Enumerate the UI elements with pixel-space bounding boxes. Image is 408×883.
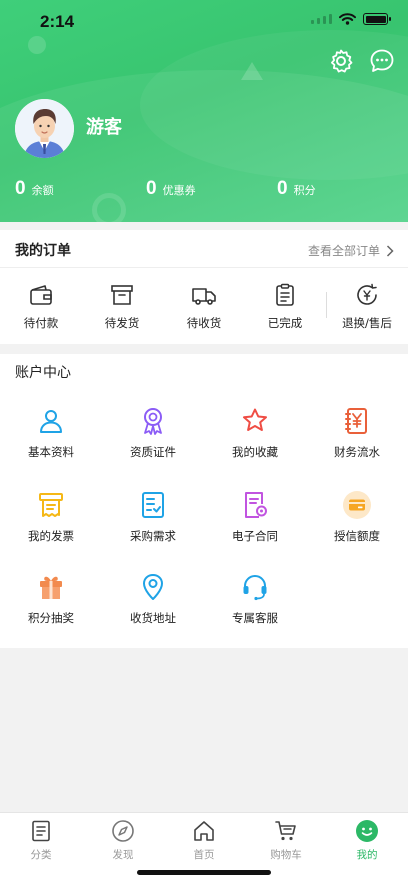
home-icon	[194, 821, 214, 841]
account-customer-service[interactable]: 专属客服	[204, 572, 306, 626]
coupon-value: 0	[146, 178, 157, 199]
order-refund-aftersale-label: 退换/售后	[342, 316, 392, 330]
box-icon	[111, 285, 133, 305]
view-all-orders-link[interactable]: 查看全部订单	[308, 242, 394, 259]
chevron-right-icon	[386, 244, 394, 257]
order-completed-label: 已完成	[267, 316, 303, 330]
user-icon	[40, 410, 62, 433]
account-e-contracts-label: 电子合同	[232, 529, 278, 543]
smiley-icon	[356, 820, 378, 842]
view-all-orders-label: 查看全部订单	[307, 244, 380, 258]
account-points-lottery-label: 积分抽奖	[28, 611, 74, 625]
account-financial-records-label: 财务流水	[334, 445, 380, 459]
coupon-stat[interactable]: 0 优惠券	[146, 178, 196, 200]
tab-cart[interactable]: 购物车	[245, 819, 327, 862]
account-credit-limit-label: 授信额度	[334, 529, 380, 543]
gift-icon	[40, 576, 62, 599]
account-shipping-address-label: 收货地址	[130, 611, 176, 625]
tab-mine-label: 我的	[356, 849, 378, 861]
location-icon	[143, 574, 163, 600]
account-financial-records[interactable]: 财务流水	[306, 406, 408, 460]
orders-title: 我的订单	[15, 243, 71, 259]
tab-category[interactable]: 分类	[0, 819, 82, 862]
account-points-lottery[interactable]: 积分抽奖	[0, 572, 102, 626]
account-qualifications-label: 资质证件	[130, 445, 176, 459]
tab-home[interactable]: 首页	[163, 819, 245, 862]
account-qualifications[interactable]: 资质证件	[102, 406, 204, 460]
account-center-title: 账户中心	[15, 365, 71, 381]
order-pending-payment[interactable]: 待付款	[0, 282, 82, 331]
account-center-card: 账户中心 基本资料 资质证件 我的收藏 财务流水 我的发票 采购需求 电子合同 …	[0, 354, 408, 648]
order-pending-receipt-label: 待收货	[186, 316, 222, 330]
badge-icon	[144, 408, 162, 435]
contract-icon	[245, 492, 267, 518]
username[interactable]: 游客	[86, 113, 122, 139]
balance-stat[interactable]: 0 余额	[15, 178, 54, 200]
divider	[0, 267, 408, 268]
tab-discover[interactable]: 发现	[82, 819, 164, 862]
order-pending-shipment[interactable]: 待发货	[81, 282, 163, 331]
account-favorites[interactable]: 我的收藏	[204, 406, 306, 460]
star-icon	[243, 408, 267, 431]
account-credit-limit[interactable]: 授信额度	[306, 490, 408, 544]
account-favorites-label: 我的收藏	[232, 445, 278, 459]
status-time: 2:14	[40, 12, 75, 31]
tab-cart-label: 购物车	[270, 849, 302, 861]
wallet-icon	[30, 285, 52, 305]
order-pending-receipt[interactable]: 待收货	[163, 282, 245, 331]
tab-mine[interactable]: 我的	[326, 819, 408, 862]
header-decoration	[241, 62, 263, 80]
account-purchase-requests[interactable]: 采购需求	[102, 490, 204, 544]
avatar-illustration	[15, 99, 74, 158]
account-basic-info[interactable]: 基本资料	[0, 406, 102, 460]
account-basic-info-label: 基本资料	[28, 445, 74, 459]
order-refund-aftersale[interactable]: 退换/售后	[326, 282, 408, 331]
checklist-icon	[142, 492, 164, 518]
cellular-signal-icon	[311, 14, 332, 24]
points-value: 0	[277, 178, 288, 199]
account-purchase-requests-label: 采购需求	[130, 529, 176, 543]
tab-discover-label: 发现	[112, 849, 134, 861]
status-icons	[311, 13, 391, 25]
account-invoices[interactable]: 我的发票	[0, 490, 102, 544]
header-decoration	[92, 193, 126, 222]
category-icon	[32, 820, 50, 842]
header-decoration	[28, 36, 46, 54]
credit-card-icon	[343, 491, 371, 519]
points-stat[interactable]: 0 积分	[277, 178, 316, 200]
home-indicator	[137, 870, 271, 875]
coupon-label: 优惠券	[162, 184, 196, 197]
invoice-icon	[39, 493, 63, 517]
account-shipping-address[interactable]: 收货地址	[102, 572, 204, 626]
order-pending-payment-label: 待付款	[23, 316, 59, 330]
battery-icon	[363, 13, 391, 25]
points-label: 积分	[293, 184, 316, 197]
headset-icon	[243, 574, 267, 601]
account-customer-service-label: 专属客服	[232, 611, 278, 625]
avatar[interactable]	[15, 99, 74, 158]
profile-header: 2:14 游客 0 余额 0 优惠券 0 积分	[0, 0, 408, 222]
compass-icon	[112, 820, 134, 842]
order-completed[interactable]: 已完成	[244, 282, 326, 331]
balance-value: 0	[15, 178, 26, 199]
ledger-icon	[345, 408, 367, 434]
refund-icon	[357, 283, 377, 305]
truck-icon	[192, 288, 216, 305]
clipboard-icon	[276, 283, 294, 306]
tab-category-label: 分类	[30, 849, 52, 861]
orders-card: 我的订单 查看全部订单 待付款 待发货 待收货 已完成 退换/售后	[0, 230, 408, 344]
account-e-contracts[interactable]: 电子合同	[204, 490, 306, 544]
message-icon[interactable]	[369, 48, 395, 74]
wifi-icon	[339, 13, 356, 25]
tab-home-label: 首页	[193, 849, 215, 861]
settings-icon[interactable]	[328, 48, 354, 74]
order-pending-shipment-label: 待发货	[104, 316, 140, 330]
balance-label: 余额	[31, 184, 54, 197]
cart-icon	[275, 821, 296, 841]
account-invoices-label: 我的发票	[28, 529, 74, 543]
